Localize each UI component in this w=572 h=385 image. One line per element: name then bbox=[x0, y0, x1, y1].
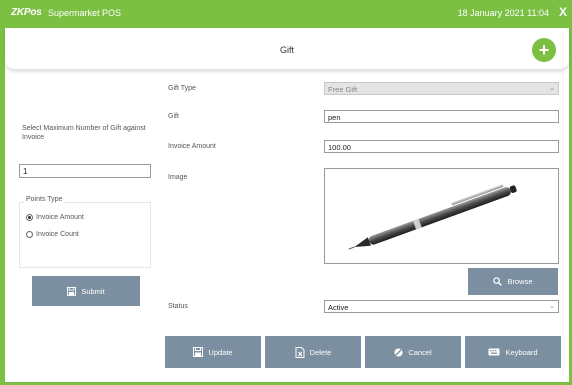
search-icon bbox=[493, 277, 503, 286]
radio-label: Invoice Count bbox=[36, 231, 79, 238]
cancel-label: Cancel bbox=[408, 347, 432, 357]
status-label: Status bbox=[168, 303, 188, 310]
pen-image bbox=[348, 184, 517, 250]
browse-button[interactable]: Browse bbox=[468, 268, 558, 295]
points-type-label: Points Type bbox=[24, 196, 65, 203]
update-button[interactable]: Update bbox=[165, 336, 261, 368]
radio-invoice-amount[interactable]: Invoice Amount bbox=[26, 214, 84, 221]
gift-type-select: Free Gift ⌄ bbox=[324, 82, 559, 95]
keyboard-label: Keyboard bbox=[505, 347, 538, 357]
page-title: Gift bbox=[279, 45, 294, 55]
radio-selected-icon bbox=[26, 214, 33, 221]
app-name: Supermarket POS bbox=[48, 8, 122, 18]
submit-label: Submit bbox=[81, 286, 105, 296]
update-label: Update bbox=[208, 347, 233, 357]
submit-button[interactable]: Submit bbox=[32, 276, 140, 306]
page-header: Gift + bbox=[5, 28, 569, 70]
image-label: Image bbox=[168, 174, 188, 181]
gift-image-box bbox=[324, 168, 559, 264]
keyboard-button[interactable]: Keyboard bbox=[465, 336, 561, 368]
gift-type-value: Free Gift bbox=[328, 85, 358, 94]
chevron-down-icon: ⌄ bbox=[549, 85, 555, 92]
invoice-amount-label: Invoice Amount bbox=[168, 143, 216, 150]
save-icon bbox=[67, 286, 77, 296]
title-bar: ZKPos Supermarket POS 18 January 2021 11… bbox=[0, 0, 572, 28]
gift-type-label: Gift Type bbox=[168, 85, 196, 92]
delete-file-icon bbox=[295, 346, 305, 358]
add-button[interactable]: + bbox=[532, 38, 556, 62]
gift-input[interactable]: pen bbox=[324, 110, 559, 123]
chevron-down-icon: ⌄ bbox=[549, 303, 555, 310]
radio-invoice-count[interactable]: Invoice Count bbox=[26, 231, 79, 238]
delete-label: Delete bbox=[309, 347, 332, 357]
browse-label: Browse bbox=[507, 277, 533, 286]
max-gift-label: Select Maximum Number of Gift against In… bbox=[22, 125, 146, 141]
keyboard-icon bbox=[488, 348, 500, 356]
gift-label: Gift bbox=[168, 113, 179, 120]
cancel-button[interactable]: Cancel bbox=[365, 336, 461, 368]
datetime: 18 January 2021 11:04 bbox=[457, 8, 549, 18]
delete-button[interactable]: Delete bbox=[265, 336, 361, 368]
status-select[interactable]: Active ⌄ bbox=[324, 300, 559, 313]
radio-unselected-icon bbox=[26, 231, 33, 238]
app-logo: ZKPos bbox=[11, 7, 42, 18]
close-icon[interactable]: X bbox=[559, 5, 567, 19]
status-value: Active bbox=[328, 303, 349, 312]
save-icon bbox=[193, 347, 204, 357]
invoice-amount-input[interactable]: 100.00 bbox=[324, 140, 559, 153]
max-gift-input[interactable]: 1 bbox=[19, 164, 151, 178]
plus-icon: + bbox=[538, 40, 550, 60]
radio-label: Invoice Amount bbox=[36, 214, 84, 221]
cancel-icon bbox=[394, 347, 403, 357]
